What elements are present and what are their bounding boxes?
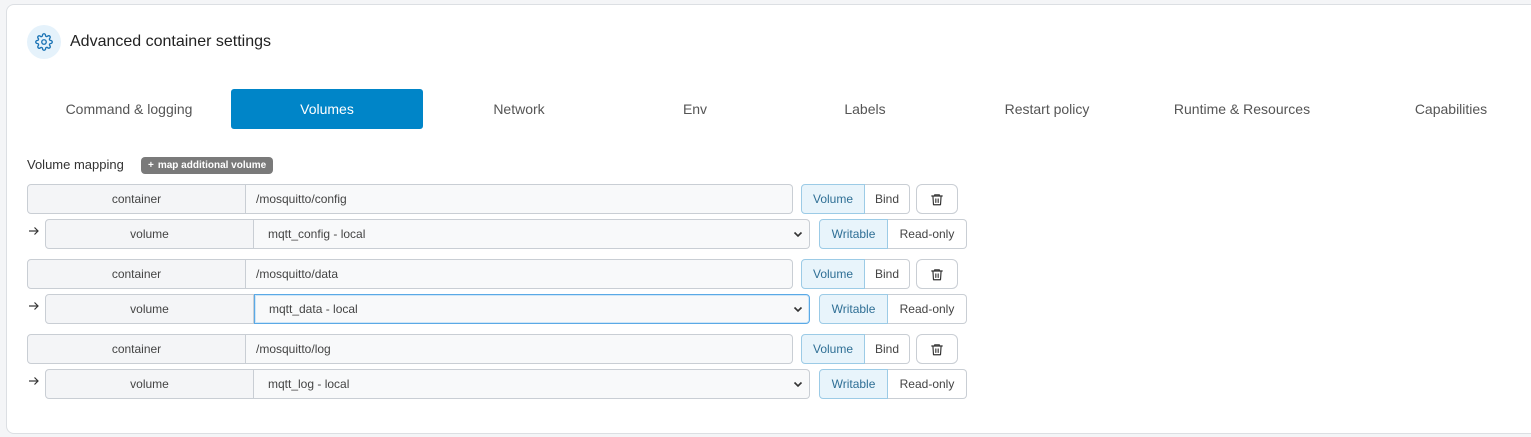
read-only-button[interactable]: Read-only xyxy=(888,219,967,249)
volume-select-value: mqtt_log - local xyxy=(268,377,350,391)
container-addon: container xyxy=(27,334,246,364)
volume-addon: volume xyxy=(45,369,254,399)
container-path-input[interactable]: /mosquitto/data xyxy=(246,259,793,289)
container-path-row: container /mosquitto/config xyxy=(27,184,793,214)
volume-type-button[interactable]: Volume xyxy=(801,184,865,214)
access-mode-toggle: Writable Read-only xyxy=(819,294,967,324)
remove-volume-button[interactable] xyxy=(916,334,958,364)
volume-select-row: volume mqtt_log - local xyxy=(45,369,810,399)
volume-type-button[interactable]: Volume xyxy=(801,334,865,364)
tab-restart-policy[interactable]: Restart policy xyxy=(952,89,1142,129)
chevron-down-icon xyxy=(793,231,803,238)
volume-addon: volume xyxy=(45,294,254,324)
arrow-right-icon xyxy=(29,227,39,235)
tab-command-logging[interactable]: Command & logging xyxy=(32,89,226,129)
bind-type-button[interactable]: Bind xyxy=(865,259,910,289)
read-only-button[interactable]: Read-only xyxy=(888,369,967,399)
tab-runtime-resources[interactable]: Runtime & Resources xyxy=(1142,89,1342,129)
volume-select[interactable]: mqtt_data - local xyxy=(254,294,810,324)
container-addon: container xyxy=(27,184,246,214)
writable-button[interactable]: Writable xyxy=(819,219,888,249)
writable-button[interactable]: Writable xyxy=(819,294,888,324)
volume-select-row: volume mqtt_data - local xyxy=(45,294,810,324)
bind-type-button[interactable]: Bind xyxy=(865,184,910,214)
gear-icon xyxy=(27,25,61,59)
tab-labels[interactable]: Labels xyxy=(780,89,950,129)
panel-title: Advanced container settings xyxy=(70,33,272,50)
remove-volume-button[interactable] xyxy=(916,184,958,214)
map-additional-volume-button[interactable]: + map additional volume xyxy=(141,157,274,174)
tab-env[interactable]: Env xyxy=(615,89,775,129)
chevron-down-icon xyxy=(793,381,803,388)
add-volume-label: map additional volume xyxy=(157,160,267,171)
container-path-row: container /mosquitto/log xyxy=(27,334,793,364)
mount-type-toggle: Volume Bind xyxy=(801,259,910,289)
arrow-right-icon xyxy=(29,377,39,385)
arrow-right-icon xyxy=(29,302,39,310)
tab-volumes[interactable]: Volumes xyxy=(231,89,423,129)
trash-icon xyxy=(931,343,943,355)
tab-capabilities[interactable]: Capabilities xyxy=(1372,89,1530,129)
volume-addon: volume xyxy=(45,219,254,249)
tab-network[interactable]: Network xyxy=(425,89,613,129)
container-path-row: container /mosquitto/data xyxy=(27,259,793,289)
volume-mapping-label: Volume mapping xyxy=(27,157,124,172)
trash-icon xyxy=(931,268,943,280)
volume-select-value: mqtt_config - local xyxy=(268,227,366,241)
volume-select[interactable]: mqtt_log - local xyxy=(254,369,810,399)
container-path-input[interactable]: /mosquitto/log xyxy=(246,334,793,364)
remove-volume-button[interactable] xyxy=(916,259,958,289)
access-mode-toggle: Writable Read-only xyxy=(819,369,967,399)
access-mode-toggle: Writable Read-only xyxy=(819,219,967,249)
volume-select-row: volume mqtt_config - local xyxy=(45,219,810,249)
trash-icon xyxy=(931,193,943,205)
read-only-button[interactable]: Read-only xyxy=(888,294,967,324)
mount-type-toggle: Volume Bind xyxy=(801,334,910,364)
chevron-down-icon xyxy=(793,306,803,313)
container-addon: container xyxy=(27,259,246,289)
volume-select-value: mqtt_data - local xyxy=(269,302,358,316)
container-path-input[interactable]: /mosquitto/config xyxy=(246,184,793,214)
writable-button[interactable]: Writable xyxy=(819,369,888,399)
volume-select[interactable]: mqtt_config - local xyxy=(254,219,810,249)
bind-type-button[interactable]: Bind xyxy=(865,334,910,364)
mount-type-toggle: Volume Bind xyxy=(801,184,910,214)
volume-type-button[interactable]: Volume xyxy=(801,259,865,289)
plus-icon: + xyxy=(148,160,154,171)
